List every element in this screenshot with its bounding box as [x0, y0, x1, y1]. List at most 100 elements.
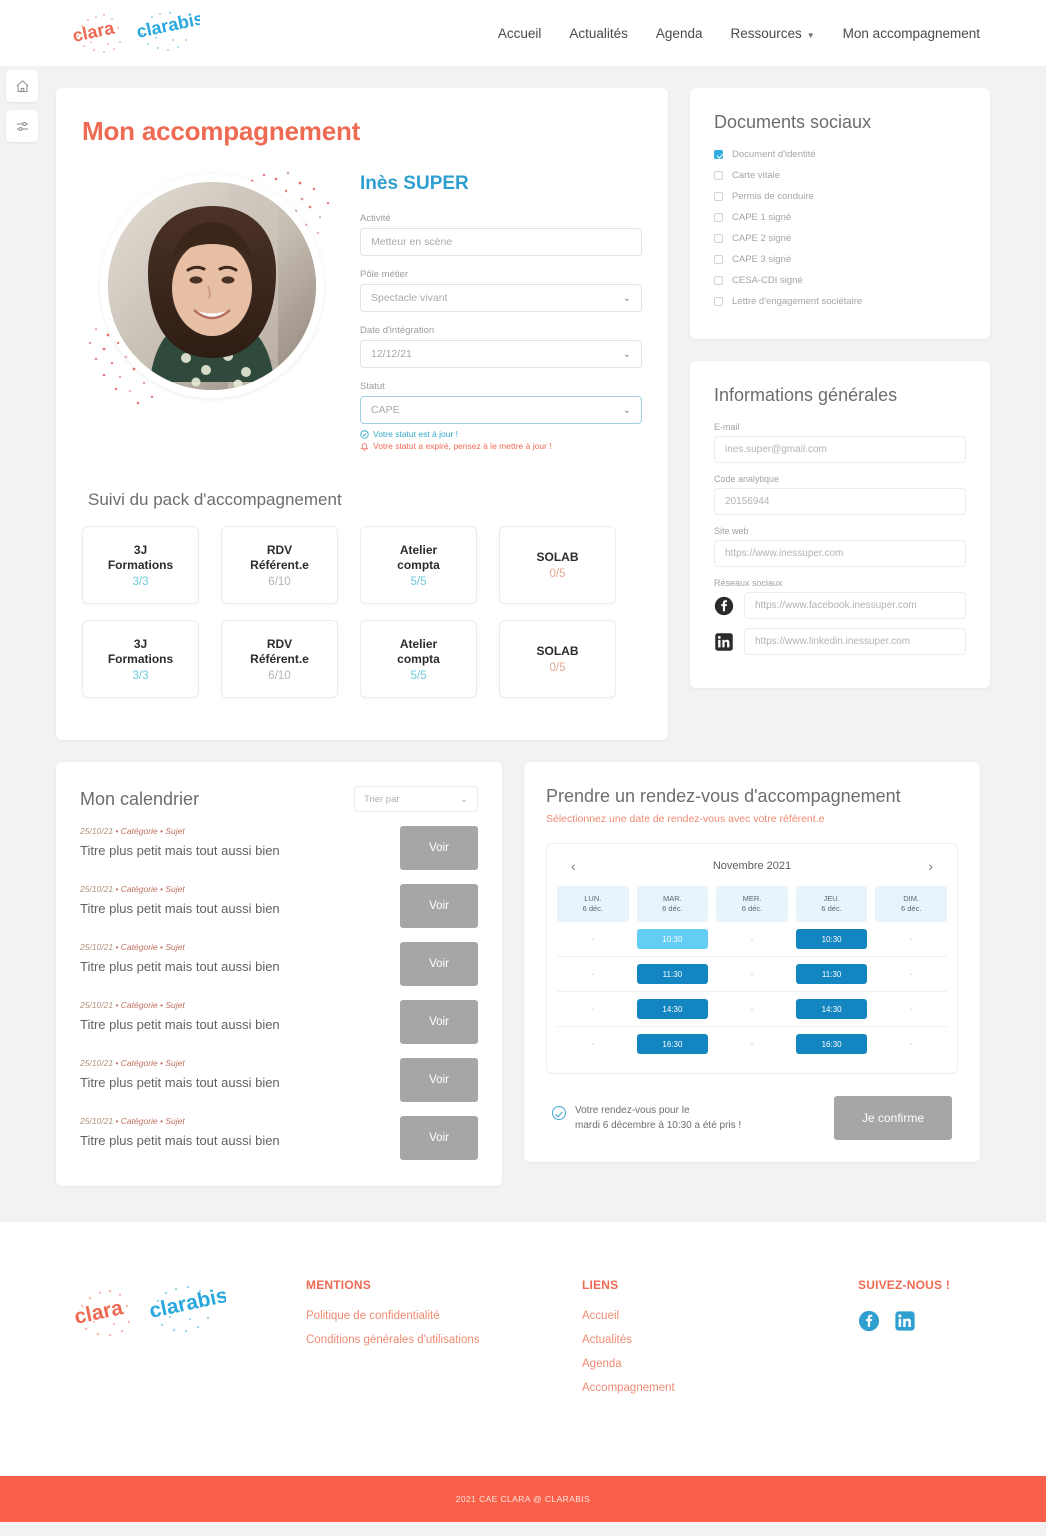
event-text: 25/10/21 • Catégorie • Sujet Titre plus … — [80, 1000, 280, 1032]
footer-logo[interactable]: clara clarabis — [56, 1278, 306, 1406]
voir-button[interactable]: Voir — [400, 1058, 478, 1102]
slot-empty: - — [591, 969, 595, 979]
chevron-left-icon[interactable]: ‹ — [571, 858, 576, 874]
document-row[interactable]: Document d'identité — [714, 149, 966, 160]
page-root: clara clarabis Accueil Actualités Agenda… — [0, 0, 1046, 1522]
nav-item-actualites[interactable]: Actualités — [569, 26, 628, 41]
day-header[interactable]: DIM. 6 déc. — [875, 886, 947, 922]
rail-home-button[interactable] — [6, 70, 38, 102]
day-header[interactable]: MER. 6 déc. — [716, 886, 788, 922]
slot[interactable]: 14:30 — [795, 999, 868, 1019]
slot[interactable]: 10:30 — [795, 929, 868, 949]
tile-formations-2[interactable]: 3J Formations 3/3 — [82, 620, 199, 698]
footer-link-agenda[interactable]: Agenda — [582, 1358, 858, 1370]
facebook-icon[interactable] — [714, 596, 734, 616]
slot-row: - 16:30 - 16:30 - — [557, 1027, 947, 1061]
tile-label: Atelier compta — [397, 543, 440, 573]
voir-button[interactable]: Voir — [400, 1116, 478, 1160]
checkbox[interactable] — [714, 192, 723, 201]
voir-button[interactable]: Voir — [400, 1000, 478, 1044]
code-analytique-input[interactable]: 20156944 — [714, 488, 966, 515]
accompagnement-card: Mon accompagnement Inès SUPER Activité M… — [56, 88, 668, 740]
tile-atelier-compta[interactable]: Atelier compta 5/5 — [360, 526, 477, 604]
checkbox[interactable] — [714, 255, 723, 264]
sort-select[interactable]: Trier par ⌄ — [354, 786, 478, 812]
slot-empty: - — [909, 969, 913, 979]
tile-rdv-referent[interactable]: RDV Référent.e 6/10 — [221, 526, 338, 604]
slot-empty: - — [591, 934, 595, 944]
document-row[interactable]: Lettre d'engagement sociétaire — [714, 296, 966, 307]
date-integration-select[interactable]: 12/12/21 ⌄ — [360, 340, 642, 368]
event-date: 25/10/21 — [80, 1000, 114, 1010]
linkedin-icon[interactable] — [714, 632, 734, 652]
tile-atelier-compta-2[interactable]: Atelier compta 5/5 — [360, 620, 477, 698]
document-row[interactable]: CAPE 3 signé — [714, 254, 966, 265]
statut-select[interactable]: CAPE ⌄ — [360, 396, 642, 424]
confirm-button[interactable]: Je confirme — [834, 1096, 952, 1140]
home-icon — [16, 79, 28, 92]
voir-button[interactable]: Voir — [400, 942, 478, 986]
slot[interactable]: 16:30 — [636, 1034, 709, 1054]
day-date: 6 déc. — [821, 904, 842, 913]
event-text: 25/10/21 • Catégorie • Sujet Titre plus … — [80, 1116, 280, 1148]
linkedin-input[interactable]: https://www.linkedin.inessuper.com — [744, 628, 966, 655]
list-item: 25/10/21 • Catégorie • Sujet Titre plus … — [80, 942, 478, 986]
nav-label: Agenda — [655, 25, 703, 41]
linkedin-icon[interactable] — [894, 1310, 916, 1332]
facebook-icon[interactable] — [858, 1310, 880, 1332]
footer-link-cgu[interactable]: Conditions générales d'utilisations — [306, 1334, 582, 1346]
nav-item-agenda[interactable]: Agenda — [656, 26, 703, 41]
day-header[interactable]: JEU. 6 déc. — [795, 886, 868, 922]
activite-input[interactable]: Metteur en scène — [360, 228, 642, 256]
checkbox[interactable] — [714, 150, 723, 159]
document-row[interactable]: CAPE 2 signé — [714, 233, 966, 244]
slot-selected[interactable]: 10:30 — [636, 929, 709, 949]
slot[interactable]: 11:30 — [795, 964, 868, 984]
tile-solab[interactable]: SOLAB 0/5 — [499, 526, 616, 604]
footer-link-actualites[interactable]: Actualités — [582, 1334, 858, 1346]
document-row[interactable]: CESA-CDI signé — [714, 275, 966, 286]
day-header[interactable]: MAR. 6 déc. — [636, 886, 709, 922]
checkbox[interactable] — [714, 276, 723, 285]
tile-rdv-referent-2[interactable]: RDV Référent.e 6/10 — [221, 620, 338, 698]
slot[interactable]: 16:30 — [795, 1034, 868, 1054]
checkbox[interactable] — [714, 297, 723, 306]
svg-text:clarabis: clarabis — [147, 1284, 226, 1323]
slot[interactable]: 14:30 — [636, 999, 709, 1019]
tile-line2: compta — [397, 557, 440, 572]
nav-item-accueil[interactable]: Accueil — [498, 26, 542, 41]
rail-settings-button[interactable] — [6, 110, 38, 142]
voir-button[interactable]: Voir — [400, 884, 478, 928]
document-row[interactable]: CAPE 1 signé — [714, 212, 966, 223]
site-logo[interactable]: clara clarabis — [60, 6, 200, 62]
copyright-text: 2021 CAE CLARA @ CLARABIS — [455, 1494, 591, 1504]
tile-formations[interactable]: 3J Formations 3/3 — [82, 526, 199, 604]
facebook-input[interactable]: https://www.facebook.inessuper.com — [744, 592, 966, 619]
site-web-input[interactable]: https://www.inessuper.com — [714, 540, 966, 567]
checkbox[interactable] — [714, 171, 723, 180]
footer-link-accompagnement[interactable]: Accompagnement — [582, 1382, 858, 1394]
day-date: 6 déc. — [662, 904, 683, 913]
voir-button[interactable]: Voir — [400, 826, 478, 870]
nav-item-mon-accompagnement[interactable]: Mon accompagnement — [843, 26, 980, 41]
nav-label: Actualités — [569, 25, 628, 41]
chevron-right-icon[interactable]: › — [928, 858, 933, 874]
slot[interactable]: 11:30 — [636, 964, 709, 984]
avatar-image — [108, 182, 316, 390]
checkbox[interactable] — [714, 213, 723, 222]
footer-link-confidentialite[interactable]: Politique de confidentialité — [306, 1310, 582, 1322]
email-input[interactable]: ines.super@gmail.com — [714, 436, 966, 463]
field-label: Activité — [360, 213, 391, 224]
checkbox[interactable] — [714, 234, 723, 243]
footer-link-accueil[interactable]: Accueil — [582, 1310, 858, 1322]
document-row[interactable]: Permis de conduire — [714, 191, 966, 202]
document-row[interactable]: Carte vitale — [714, 170, 966, 181]
field-pole-metier: Pôle métier Spectacle vivant ⌄ — [360, 269, 642, 312]
footer-liens-title: LIENS — [582, 1278, 619, 1292]
tile-solab-2[interactable]: SOLAB 0/5 — [499, 620, 616, 698]
event-subject: Sujet — [165, 884, 185, 894]
pole-metier-select[interactable]: Spectacle vivant ⌄ — [360, 284, 642, 312]
tile-value: 0/5 — [549, 662, 566, 674]
nav-item-ressources[interactable]: Ressources ▼ — [730, 26, 814, 41]
day-header[interactable]: LUN. 6 déc. — [557, 886, 629, 922]
